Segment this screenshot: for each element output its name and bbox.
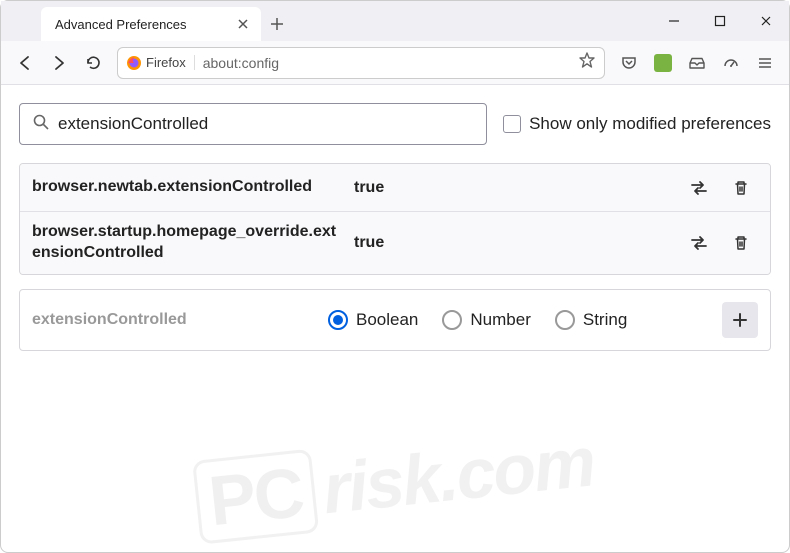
table-row: browser.startup.homepage_override.extens… xyxy=(20,212,770,274)
url-text: about:config xyxy=(203,55,578,71)
type-radio-group: Boolean Number String xyxy=(328,310,706,330)
modified-only-checkbox-wrap[interactable]: Show only modified preferences xyxy=(503,114,771,134)
firefox-badge: Firefox xyxy=(126,55,203,71)
browser-tab[interactable]: Advanced Preferences xyxy=(41,7,261,41)
pref-value: true xyxy=(342,179,688,197)
radio-input[interactable] xyxy=(442,310,462,330)
radio-number[interactable]: Number xyxy=(442,310,530,330)
close-icon[interactable] xyxy=(235,16,251,32)
toggle-icon[interactable] xyxy=(688,177,710,199)
bookmark-star-icon[interactable] xyxy=(578,51,596,74)
new-pref-name: extensionControlled xyxy=(32,311,312,329)
minimize-button[interactable] xyxy=(651,1,697,41)
search-input[interactable] xyxy=(58,114,474,134)
modified-only-label: Show only modified preferences xyxy=(529,114,771,134)
inbox-icon[interactable] xyxy=(681,47,713,79)
menu-icon[interactable] xyxy=(749,47,781,79)
row-actions xyxy=(688,232,758,254)
reload-button[interactable] xyxy=(77,47,109,79)
maximize-button[interactable] xyxy=(697,1,743,41)
watermark-domain: risk.com xyxy=(319,422,598,528)
firefox-icon xyxy=(126,55,142,71)
search-icon xyxy=(32,113,50,136)
search-row: Show only modified preferences xyxy=(19,103,771,145)
add-button[interactable] xyxy=(722,302,758,338)
radio-string[interactable]: String xyxy=(555,310,627,330)
back-button[interactable] xyxy=(9,47,41,79)
watermark-pc: PC xyxy=(192,449,319,545)
pref-name: browser.startup.homepage_override.extens… xyxy=(32,222,342,264)
firefox-label: Firefox xyxy=(146,55,195,70)
pref-name: browser.newtab.extensionControlled xyxy=(32,177,342,198)
titlebar-spacer xyxy=(293,1,651,41)
row-actions xyxy=(688,177,758,199)
forward-button[interactable] xyxy=(43,47,75,79)
radio-input[interactable] xyxy=(555,310,575,330)
radio-label: Boolean xyxy=(356,310,418,330)
dashboard-icon[interactable] xyxy=(715,47,747,79)
results-table: browser.newtab.extensionControlled true … xyxy=(19,163,771,275)
content-area: Show only modified preferences browser.n… xyxy=(1,85,789,369)
modified-only-checkbox[interactable] xyxy=(503,115,521,133)
radio-input[interactable] xyxy=(328,310,348,330)
watermark: PCrisk.com xyxy=(192,421,597,542)
delete-icon[interactable] xyxy=(730,232,752,254)
delete-icon[interactable] xyxy=(730,177,752,199)
close-window-button[interactable] xyxy=(743,1,789,41)
toggle-icon[interactable] xyxy=(688,232,710,254)
tab-spacer xyxy=(1,1,41,41)
titlebar: Advanced Preferences xyxy=(1,1,789,41)
tab-title: Advanced Preferences xyxy=(55,17,227,32)
pocket-icon[interactable] xyxy=(613,47,645,79)
address-bar[interactable]: Firefox about:config xyxy=(117,47,605,79)
radio-boolean[interactable]: Boolean xyxy=(328,310,418,330)
table-row: browser.newtab.extensionControlled true xyxy=(20,164,770,212)
radio-label: String xyxy=(583,310,627,330)
toolbar: Firefox about:config xyxy=(1,41,789,85)
new-tab-button[interactable] xyxy=(261,7,293,41)
pref-value: true xyxy=(342,234,688,252)
search-box[interactable] xyxy=(19,103,487,145)
add-pref-row: extensionControlled Boolean Number Strin… xyxy=(19,289,771,351)
window-controls xyxy=(651,1,789,41)
extension-icon[interactable] xyxy=(647,47,679,79)
radio-label: Number xyxy=(470,310,530,330)
